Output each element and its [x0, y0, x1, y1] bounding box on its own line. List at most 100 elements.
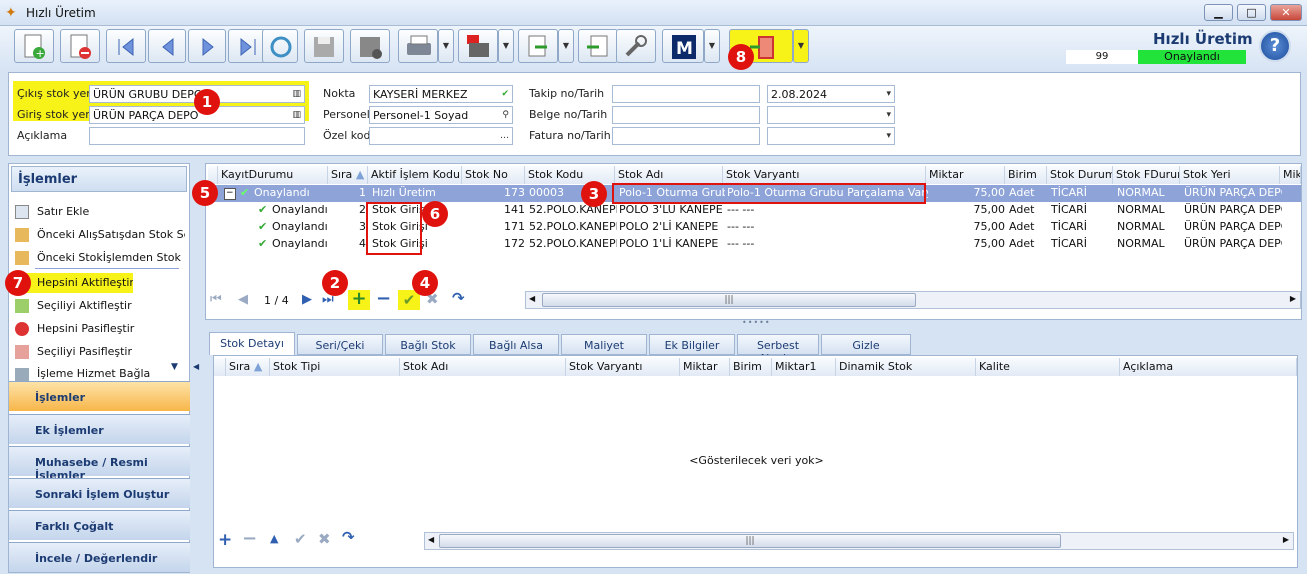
prev-page-icon[interactable]: ◀: [238, 292, 248, 307]
nav-incele[interactable]: İncele / Değerlendir: [9, 542, 190, 572]
col-miktar1[interactable]: Miktar1: [772, 358, 836, 376]
exit-dropdown[interactable]: ▼: [793, 29, 809, 63]
fatura-date-field[interactable]: ▾: [767, 127, 895, 145]
nav-ek-islemler[interactable]: Ek İşlemler: [9, 414, 190, 444]
tab-seri-ceki[interactable]: Seri/Çeki: [297, 334, 383, 355]
col-stok-kodu[interactable]: Stok Kodu: [525, 166, 615, 184]
nokta-field[interactable]: KAYSERİ MERKEZ ✔: [369, 85, 513, 103]
col-dinamik-stok[interactable]: Dinamik Stok: [836, 358, 976, 376]
prev-trade-item[interactable]: Önceki AlışSatışdan Stok Seç: [13, 225, 185, 245]
export-dropdown[interactable]: ▼: [558, 29, 574, 63]
tab-maliyet[interactable]: Maliyet: [561, 334, 647, 355]
close-button[interactable]: ✕: [1270, 4, 1302, 21]
detail-horizontal-scrollbar[interactable]: ◀ ||| ▶: [424, 532, 1294, 550]
scroll-down-icon[interactable]: ▼: [171, 362, 178, 372]
col-kalite[interactable]: Kalite: [976, 358, 1120, 376]
tab-stok-detayi[interactable]: Stok Detayı: [209, 332, 295, 355]
col-stok-no[interactable]: Stok No: [462, 166, 525, 184]
new-document-button[interactable]: +: [14, 29, 54, 63]
save-button[interactable]: [304, 29, 344, 63]
tab-bagli-alsa[interactable]: Bağlı Alsa: [473, 334, 559, 355]
prev-stock-op-item[interactable]: Önceki Stokİşlemden Stok ...: [13, 248, 185, 268]
col-kayit-durumu[interactable]: KayıtDurumu: [218, 166, 328, 184]
tab-ek-bilgiler[interactable]: Ek Bilgiler: [649, 334, 735, 355]
import-button[interactable]: [578, 29, 618, 63]
deactivate-selected-item[interactable]: Seçiliyi Pasifleştir: [13, 342, 185, 362]
tools-button[interactable]: [616, 29, 656, 63]
col-miktar[interactable]: Miktar: [926, 166, 1005, 184]
col-stok-durum[interactable]: Stok Durum: [1047, 166, 1113, 184]
save-close-button[interactable]: [350, 29, 390, 63]
col-stok-yeri[interactable]: Stok Yeri: [1180, 166, 1280, 184]
col-aktif-islem-kodu[interactable]: Aktif İşlem Kodu: [368, 166, 462, 184]
nav-sonraki-islem[interactable]: Sonraki İşlem Oluştur: [9, 478, 190, 508]
add-row-icon[interactable]: +: [218, 530, 232, 550]
record-code: 99: [1066, 50, 1138, 64]
col-aciklama[interactable]: Açıklama: [1120, 358, 1297, 376]
col-stok-tipi[interactable]: Stok Tipi: [270, 358, 400, 376]
first-page-icon[interactable]: ⏮: [210, 292, 222, 307]
next-record-button[interactable]: [188, 29, 226, 63]
tab-serbest-alanlar[interactable]: Serbest Alanlar: [737, 334, 819, 365]
col-stok-adi[interactable]: Stok Adı: [615, 166, 723, 184]
cancel-x-icon[interactable]: ✖: [318, 530, 331, 548]
col-stok-adi[interactable]: Stok Adı: [400, 358, 566, 376]
pdf-dropdown[interactable]: ▼: [498, 29, 514, 63]
tab-bagli-stok[interactable]: Bağlı Stok: [385, 334, 471, 355]
col-sira[interactable]: Sıra ▲: [328, 166, 368, 184]
last-record-button[interactable]: [228, 29, 266, 63]
add-row-item[interactable]: Satır Ekle: [13, 202, 185, 222]
col-sira[interactable]: Sıra ▲: [226, 358, 270, 376]
belge-date-field[interactable]: ▾: [767, 106, 895, 124]
pdf-button[interactable]: [458, 29, 498, 63]
nav-muhasebe[interactable]: Muhasebe / Resmi İşlemler: [9, 446, 190, 482]
export-button[interactable]: [518, 29, 558, 63]
maximize-button[interactable]: □: [1237, 4, 1266, 21]
minimize-button[interactable]: ▁: [1204, 4, 1233, 21]
next-page-icon[interactable]: ▶: [302, 292, 312, 307]
activate-all-item[interactable]: Hepsini Aktifleştir: [13, 273, 133, 293]
move-up-icon[interactable]: ▲: [270, 532, 278, 545]
col-birim[interactable]: Birim: [730, 358, 772, 376]
ozel-kod-field[interactable]: …: [369, 127, 513, 145]
m-button[interactable]: M: [662, 29, 704, 63]
horizontal-scrollbar[interactable]: ◀ ||| ▶: [525, 291, 1301, 309]
remove-row-icon[interactable]: −: [376, 288, 391, 309]
refresh-button[interactable]: [262, 29, 298, 63]
tab-gizle[interactable]: Gizle: [821, 334, 911, 355]
splitter-handle[interactable]: •••••: [742, 318, 771, 327]
print-dropdown[interactable]: ▼: [438, 29, 454, 63]
scroll-thumb[interactable]: |||: [542, 293, 916, 307]
col-birim[interactable]: Birim: [1005, 166, 1047, 184]
nav-islemler[interactable]: İşlemler: [9, 381, 190, 411]
previous-record-button[interactable]: [148, 29, 186, 63]
remove-row-icon[interactable]: −: [242, 528, 257, 549]
col-miktar[interactable]: Miktar: [680, 358, 730, 376]
takip-date-field[interactable]: 2.08.2024 ▾: [767, 85, 895, 103]
col-stok-varyanti[interactable]: Stok Varyantı: [723, 166, 926, 184]
takip-no-field[interactable]: [612, 85, 760, 103]
activate-selected-item[interactable]: Seçiliyi Aktifleştir: [13, 296, 185, 316]
print-button[interactable]: [398, 29, 438, 63]
callout-badge-6: 6: [422, 201, 448, 227]
nav-farkli-cogalt[interactable]: Farklı Çoğalt: [9, 510, 190, 540]
col-stok-fdurum[interactable]: Stok FDurum: [1113, 166, 1180, 184]
m-dropdown[interactable]: ▼: [704, 29, 720, 63]
col-stok-varyanti[interactable]: Stok Varyantı: [566, 358, 680, 376]
aciklama-field[interactable]: [89, 127, 305, 145]
first-record-button[interactable]: [106, 29, 146, 63]
collapse-panel-icon[interactable]: ◀: [193, 362, 199, 371]
link-service-item[interactable]: İşleme Hizmet Bağla: [13, 367, 185, 381]
delete-document-button[interactable]: [60, 29, 100, 63]
refresh-arrow-icon[interactable]: ↷: [342, 528, 355, 546]
fatura-no-field[interactable]: [612, 127, 760, 145]
help-icon[interactable]: ?: [1259, 30, 1291, 62]
add-row-icon[interactable]: +: [348, 290, 370, 310]
confirm-check-icon[interactable]: ✔: [294, 530, 307, 548]
personel-field[interactable]: Personel-1 Soyad ⚲: [369, 106, 513, 124]
refresh-arrow-icon[interactable]: ↷: [452, 289, 465, 307]
scroll-thumb[interactable]: |||: [439, 534, 1061, 548]
belge-no-field[interactable]: [612, 106, 760, 124]
col-miktar-2[interactable]: Mikt: [1280, 166, 1301, 184]
deactivate-all-item[interactable]: Hepsini Pasifleştir: [13, 319, 185, 339]
